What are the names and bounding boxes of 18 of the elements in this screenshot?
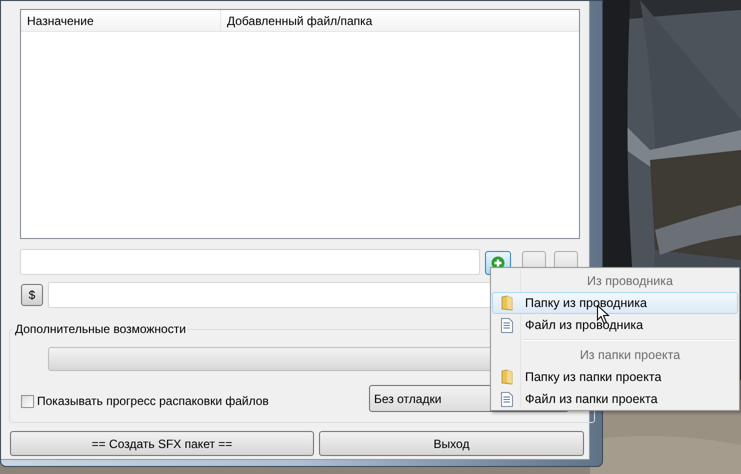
- variable-button[interactable]: $: [21, 284, 43, 306]
- checkbox-label: Показывать прогресс распаковки файлов: [37, 393, 269, 410]
- menu-item[interactable]: Папку из папки проекта: [492, 366, 738, 388]
- menu-item[interactable]: Папку из проводника: [492, 292, 738, 314]
- column-header[interactable]: Добавленный файл/папка: [221, 10, 579, 31]
- menu-header: Из папки проекта: [580, 346, 680, 364]
- folder-icon: [501, 369, 513, 385]
- column-header[interactable]: Назначение: [21, 10, 221, 31]
- dropdown-value: Без отладки: [374, 390, 442, 408]
- document-icon: [501, 392, 513, 406]
- action-button[interactable]: == Создать SFX пакет ==: [10, 431, 314, 456]
- folder-icon: [501, 295, 513, 311]
- menu-item[interactable]: Файл из проводника: [492, 314, 738, 336]
- action-button[interactable]: Выход: [319, 431, 584, 456]
- document-icon: [501, 318, 513, 332]
- checkbox[interactable]: [21, 394, 34, 408]
- menu-header: Из проводника: [587, 272, 673, 290]
- path-field[interactable]: [20, 249, 480, 275]
